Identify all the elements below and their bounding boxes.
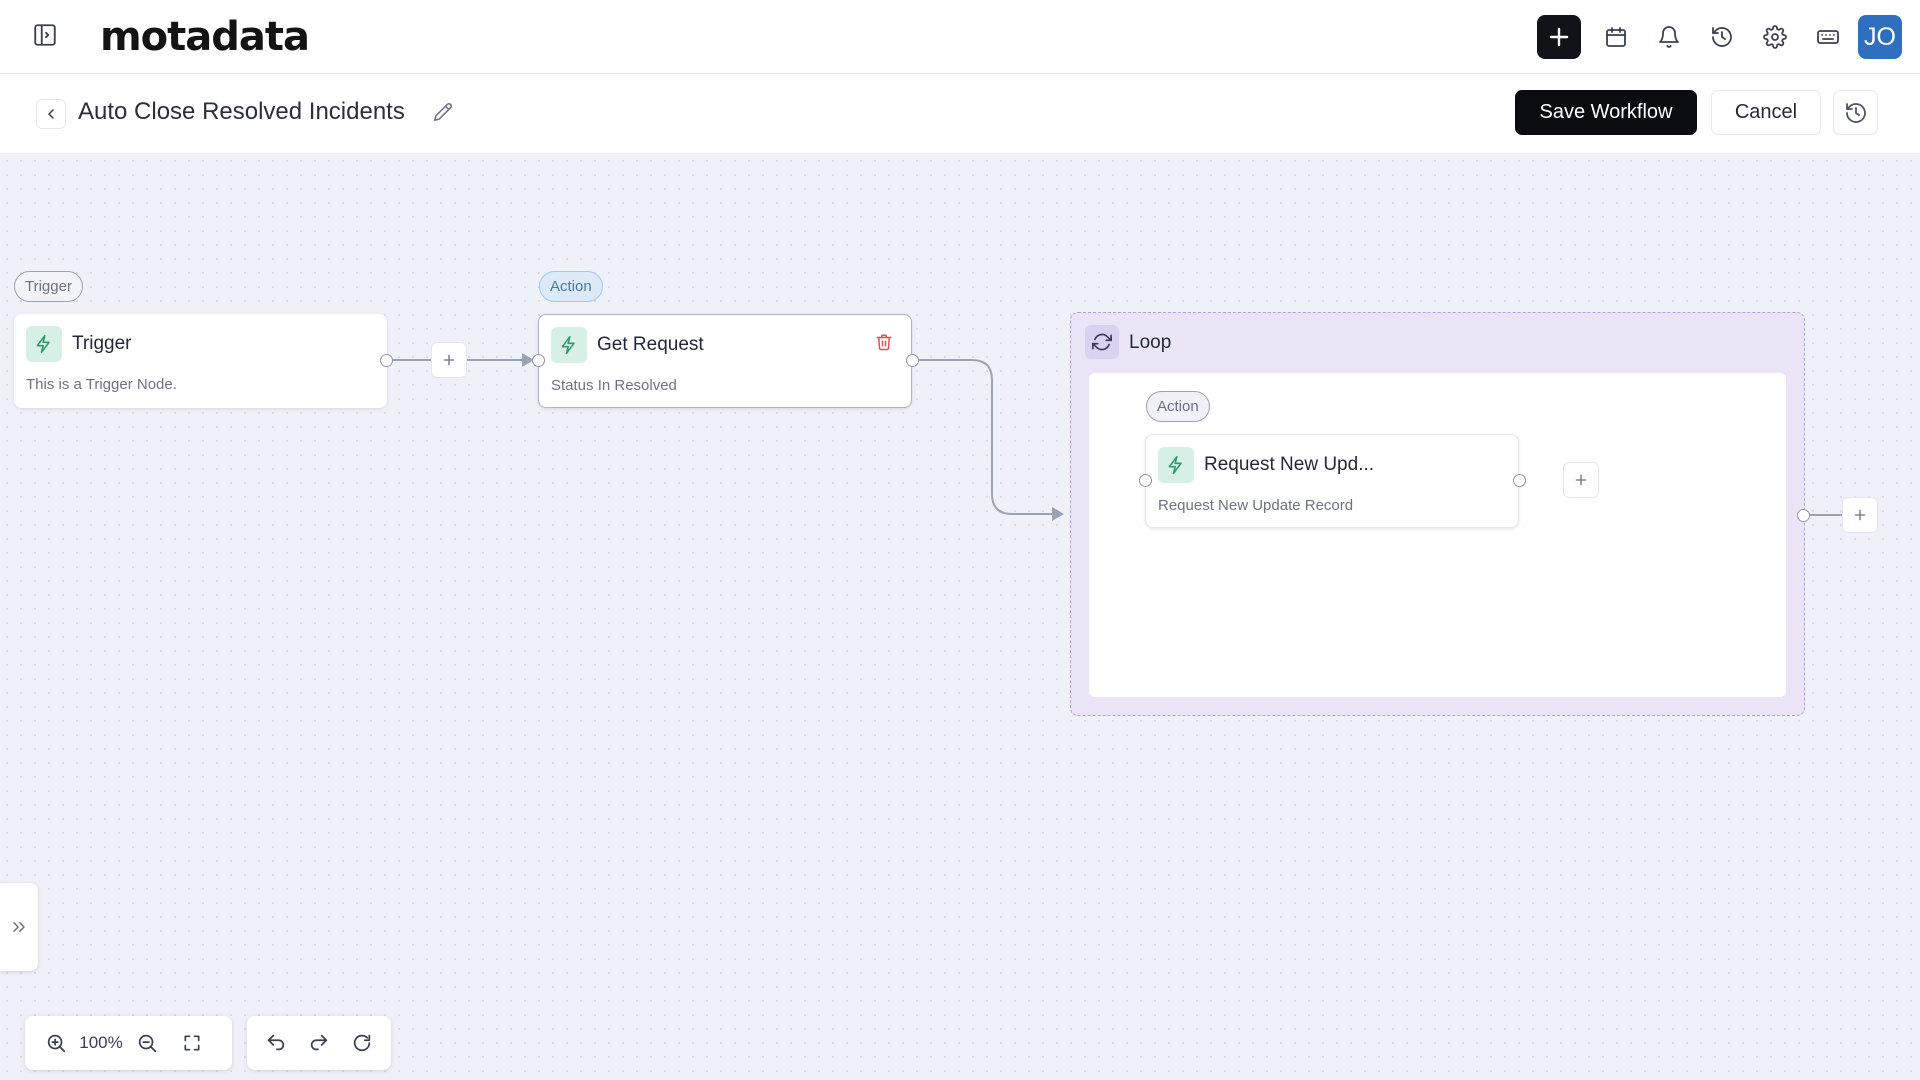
workflow-header: Auto Close Resolved Incidents Save Workf… — [0, 74, 1920, 154]
add-after-loop-button[interactable] — [1842, 497, 1878, 533]
trigger-node[interactable]: Trigger This is a Trigger Node. — [14, 314, 387, 408]
history-icon — [1845, 102, 1866, 123]
loop-output-port[interactable] — [1797, 509, 1810, 522]
plus-icon — [1575, 474, 1587, 486]
reset-icon[interactable] — [340, 1021, 383, 1065]
trigger-badge: Trigger — [14, 271, 83, 302]
logo: motadata — [100, 14, 310, 60]
bell-icon[interactable] — [1642, 15, 1695, 59]
history-icon[interactable] — [1695, 15, 1748, 59]
keyboard-icon[interactable] — [1801, 15, 1854, 59]
plus-icon — [443, 354, 455, 366]
request-new-update-node[interactable]: Request New Upd... Request New Update Re… — [1145, 434, 1519, 528]
inner-input-port[interactable] — [1139, 474, 1152, 487]
logo-text: motadata — [100, 14, 310, 60]
top-app-bar: motadata JO — [0, 0, 1920, 74]
chevron-left-icon — [48, 109, 54, 119]
inner-output-port[interactable] — [1513, 474, 1526, 487]
redo-icon[interactable] — [298, 1021, 341, 1065]
back-button[interactable] — [36, 99, 66, 129]
refresh-icon — [1085, 325, 1119, 359]
avatar[interactable]: JO — [1858, 15, 1902, 59]
plus-icon — [1549, 27, 1569, 47]
request-new-update-title: Request New Upd... — [1204, 454, 1375, 475]
pencil-icon[interactable] — [433, 102, 457, 126]
sidebar-toggle-icon[interactable] — [30, 20, 60, 50]
request-new-update-subtitle: Request New Update Record — [1158, 497, 1354, 514]
version-history-button[interactable] — [1833, 90, 1878, 135]
bolt-icon — [1158, 447, 1194, 483]
workflow-title: Auto Close Resolved Incidents — [78, 98, 405, 125]
fit-view-icon[interactable] — [169, 1021, 214, 1065]
cancel-button[interactable]: Cancel — [1711, 90, 1821, 135]
workflow-canvas[interactable]: Trigger Trigger This is a Trigger Node. … — [0, 154, 1920, 1080]
loop-title: Loop — [1129, 332, 1172, 353]
plus-icon — [1854, 509, 1866, 521]
get-request-node[interactable]: Get Request Status In Resolved — [538, 314, 912, 408]
expand-panel-button[interactable] — [0, 883, 38, 971]
gear-icon[interactable] — [1748, 15, 1801, 59]
bolt-icon — [551, 327, 587, 363]
top-actions: JO — [1537, 15, 1902, 59]
save-workflow-button[interactable]: Save Workflow — [1515, 90, 1697, 135]
trash-icon[interactable] — [875, 333, 895, 353]
chevrons-right-icon — [13, 922, 25, 932]
get-request-subtitle: Status In Resolved — [551, 377, 677, 394]
zoom-in-icon[interactable] — [33, 1021, 78, 1065]
trigger-node-title: Trigger — [72, 333, 132, 354]
create-button[interactable] — [1537, 15, 1581, 59]
zoom-toolbar: 100% — [25, 1016, 232, 1070]
inner-action-badge: Action — [1146, 391, 1210, 422]
undo-icon[interactable] — [255, 1021, 298, 1065]
add-node-button[interactable] — [431, 342, 467, 378]
zoom-level: 100% — [79, 1033, 123, 1052]
trigger-node-subtitle: This is a Trigger Node. — [26, 376, 177, 393]
action-badge: Action — [539, 271, 603, 302]
get-request-title: Get Request — [597, 334, 704, 355]
zoom-out-icon[interactable] — [124, 1021, 169, 1065]
calendar-icon[interactable] — [1589, 15, 1642, 59]
trigger-output-port[interactable] — [380, 354, 393, 367]
trigger-icon — [26, 326, 62, 362]
add-inner-node-button[interactable] — [1563, 462, 1599, 498]
get-request-input-port[interactable] — [532, 354, 545, 367]
get-request-output-port[interactable] — [906, 354, 919, 367]
history-toolbar — [247, 1016, 391, 1070]
